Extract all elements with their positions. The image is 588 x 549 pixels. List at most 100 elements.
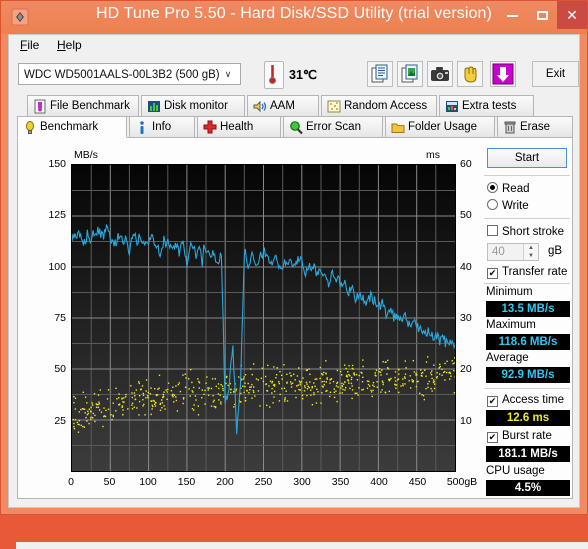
tab-label: Disk monitor [164,100,228,112]
status-bar [16,542,588,549]
camera-icon[interactable] [427,61,453,87]
checkbox-transfer-rate[interactable]: ✔Transfer rate [487,266,567,279]
x-tick: 200 [205,476,245,488]
hand-icon[interactable] [457,61,483,87]
maximum-label: Maximum [486,319,536,331]
cpu-usage-value: 4.5% [486,480,570,496]
radio-read[interactable]: Read [487,182,530,195]
drive-select-value: WDC WD5001AALS-00L3B2 (500 gB) [24,69,220,81]
close-button[interactable]: ✕ [557,1,587,29]
tab-label: AAM [270,100,295,112]
x-tick: 300 [282,476,322,488]
benchmark-chart: MB/s ms trial version 255075100125150 10… [30,144,470,494]
average-label: Average [486,352,529,364]
short-stroke-unit: gB [548,245,562,257]
file-benchmark-icon [33,99,47,114]
radio-read-label: Read [502,183,530,195]
tab-label: Error Scan [306,121,361,133]
tab-aam[interactable]: AAM [247,95,319,117]
stepper-arrows-icon[interactable]: ▲▼ [523,244,538,260]
health-cross-icon [203,120,217,135]
tab-info[interactable]: Info [129,116,195,138]
y-tick-left: 100 [30,261,66,273]
menu-bar: File Help [9,35,579,56]
y-tick-left: 50 [30,363,66,375]
y-tick-left: 75 [30,312,66,324]
chart-svg [72,165,455,471]
maximum-value: 118.6 MB/s [486,334,570,350]
checkbox-access-time[interactable]: ✔Access time [487,394,564,407]
folder-icon [391,120,405,135]
tab-label: Benchmark [40,121,98,133]
short-stroke-label: Short stroke [502,226,564,238]
tab-random-access[interactable]: Random Access [321,95,437,117]
chart-plot-area[interactable] [71,164,456,472]
temperature-value: 31℃ [289,67,317,82]
y-tick-left: 150 [30,158,66,170]
tab-benchmark[interactable]: Benchmark [17,116,127,138]
short-stroke-checkbox-box [487,225,498,236]
menu-item-file[interactable]: File [14,37,45,53]
info-icon [135,120,149,135]
y-tick-left: 125 [30,209,66,221]
drive-select[interactable]: WDC WD5001AALS-00L3B2 (500 gB) ∨ [18,63,241,85]
copy-image-icon[interactable] [397,61,423,87]
radio-write-label: Write [502,200,529,212]
short-stroke-value: 40 [492,246,505,258]
title-bar: HD Tune Pro 5.50 - Hard Disk/SSD Utility… [1,1,587,34]
menu-item-help[interactable]: Help [51,37,88,53]
tab-health[interactable]: Health [197,116,281,138]
radio-write[interactable]: Write [487,199,529,212]
radio-read-indicator [487,182,498,193]
tab-disk-monitor[interactable]: Disk monitor [141,95,245,117]
menu-help-rest: elp [66,38,82,52]
maximize-button[interactable] [527,1,557,29]
close-icon: ✕ [566,7,578,23]
divider-1 [484,175,570,176]
x-tick: 400 [359,476,399,488]
menu-file-rest: ile [27,38,39,52]
y-tick-left: 25 [30,415,66,427]
tab-file-benchmark[interactable]: File Benchmark [27,95,139,117]
checkbox-burst-rate[interactable]: ✔Burst rate [487,430,552,443]
tab-label: Health [220,121,253,133]
disk-monitor-icon [147,99,161,114]
tab-label: Folder Usage [408,121,477,133]
short-stroke-stepper[interactable]: 40 ▲▼ [487,243,539,261]
tab-error-scan[interactable]: Error Scan [283,116,383,138]
tab-label: Random Access [344,100,427,112]
tab-erase[interactable]: Erase [497,116,573,138]
x-tick: 0 [51,476,91,488]
chevron-down-icon: ∨ [220,64,236,84]
toolbar: WDC WD5001AALS-00L3B2 (500 gB) ∨ 31℃ [9,55,579,95]
x-tick: 150 [167,476,207,488]
app-window: HD Tune Pro 5.50 - Hard Disk/SSD Utility… [0,0,588,515]
tab-label: File Benchmark [50,100,130,112]
tab-label: Info [152,121,171,133]
minimum-value: 13.5 MB/s [486,301,570,317]
access-time-label: Access time [502,394,564,406]
maximize-icon [537,11,548,20]
burst-rate-checkbox-box: ✔ [487,432,498,443]
start-button[interactable]: Start [487,148,567,168]
minimize-icon [507,15,518,17]
radio-write-indicator [487,199,498,210]
download-arrow-icon[interactable] [490,61,516,87]
x-tick: 50 [90,476,130,488]
start-label: Start [515,152,539,164]
tab-row-bottom: Benchmark Info Health Error Scan Folder Usag… [9,116,579,138]
x-tick: 350 [321,476,361,488]
extra-tests-icon [445,99,459,114]
tab-extra-tests[interactable]: Extra tests [439,95,534,117]
minimize-button[interactable] [497,1,527,29]
cpu-usage-label: CPU usage [486,465,545,477]
checkbox-short-stroke[interactable]: Short stroke [487,225,564,238]
trash-icon [503,120,517,135]
divider-2 [484,218,570,219]
benchmark-sidebar: Start Read Write Short stroke 40 ▲▼ gB [481,142,573,494]
transfer-rate-label: Transfer rate [502,266,567,278]
tab-folder-usage[interactable]: Folder Usage [385,116,495,138]
copy-icon[interactable] [367,61,393,87]
x-tick: 100 [128,476,168,488]
exit-button[interactable]: Exit [532,61,579,87]
